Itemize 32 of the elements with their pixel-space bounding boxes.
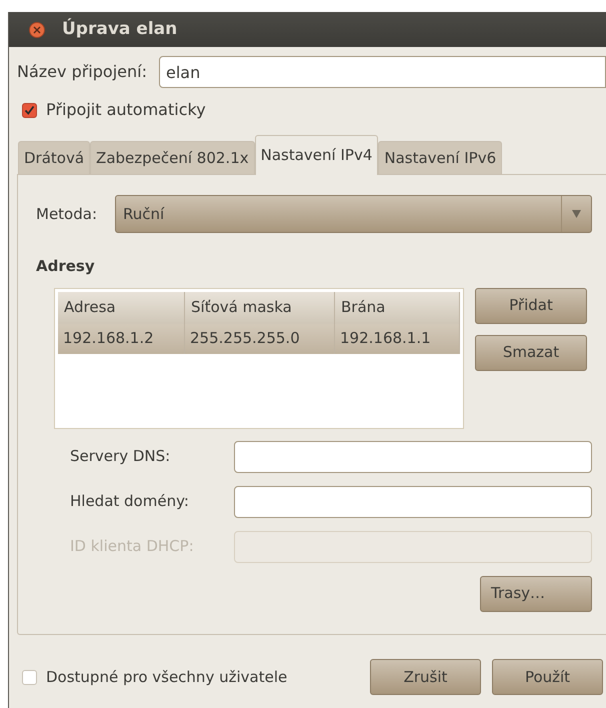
input-field[interactable] bbox=[234, 440, 592, 472]
table-cell: 192.168.1.1 bbox=[335, 324, 460, 354]
checkbox-label: Dostupné pro všechny uživatele bbox=[46, 666, 288, 688]
dialog-button[interactable]: Použít bbox=[492, 659, 603, 695]
checkbox[interactable] bbox=[22, 102, 37, 118]
table-action-button[interactable]: Přidat bbox=[475, 288, 587, 324]
table-cell: 192.168.1.2 bbox=[58, 324, 185, 354]
dropdown-arrow-icon bbox=[572, 210, 581, 218]
table-action-button[interactable]: Smazat bbox=[475, 334, 587, 370]
input-field[interactable]: elan bbox=[158, 56, 606, 88]
close-button[interactable] bbox=[29, 22, 45, 38]
tab[interactable]: Nastavení IPv4 bbox=[254, 135, 378, 175]
input-field[interactable] bbox=[234, 486, 592, 518]
field-label: Servery DNS: bbox=[70, 446, 172, 468]
section-title: Adresy bbox=[36, 256, 96, 277]
routes-button[interactable]: Trasy… bbox=[480, 576, 592, 612]
window-title: Úprava elan bbox=[62, 17, 178, 41]
table-row[interactable]: 192.168.1.2 255.255.255.0 192.168.1.1 bbox=[58, 324, 460, 354]
tab[interactable]: Zabezpečení 802.1x bbox=[90, 141, 255, 174]
field-label: Název připojení: bbox=[17, 61, 147, 83]
field-label: Hledat domény: bbox=[70, 491, 190, 512]
checkbox-label: Připojit automaticky bbox=[46, 99, 206, 121]
close-icon bbox=[33, 26, 41, 34]
table-cell: 255.255.255.0 bbox=[185, 324, 335, 354]
dropdown[interactable]: Ruční bbox=[115, 195, 592, 233]
tab[interactable]: Nastavení IPv6 bbox=[378, 141, 502, 174]
field-label: Metoda: bbox=[36, 204, 97, 225]
dialog-button[interactable]: Zrušit bbox=[370, 659, 481, 695]
check-icon bbox=[24, 104, 35, 116]
tab[interactable]: Drátová bbox=[18, 141, 90, 174]
checkbox[interactable] bbox=[22, 670, 37, 684]
field-label: ID klienta DHCP: bbox=[70, 536, 195, 558]
